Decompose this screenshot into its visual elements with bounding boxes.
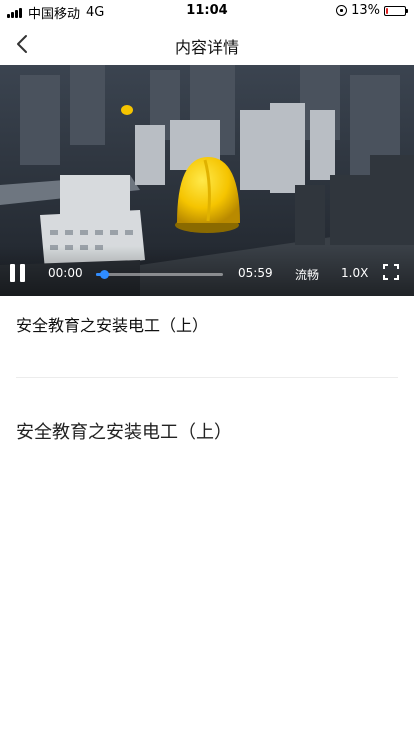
progress-thumb[interactable] <box>99 270 109 279</box>
battery-icon <box>384 5 408 16</box>
progress-slider[interactable] <box>96 270 223 279</box>
status-right: 13% <box>336 3 408 18</box>
nav-bar: 内容详情 <box>0 22 414 66</box>
content-title: 安全教育之安装电工（上） <box>16 316 209 335</box>
pause-icon-bar-left <box>10 264 15 282</box>
total-time: 05:59 <box>238 266 273 280</box>
battery-percent: 13% <box>351 3 380 18</box>
page-title: 内容详情 <box>174 38 239 57</box>
pause-icon-bar-right <box>20 264 25 282</box>
video-controls: 00:00 05:59 流畅 1.0X <box>0 246 414 296</box>
content-body: 安全教育之安装电工（上） <box>16 422 232 443</box>
speed-button[interactable]: 1.0X <box>341 266 368 280</box>
orientation-lock-icon <box>336 5 348 16</box>
status-bar: 中国移动 4G 11:04 13% <box>0 0 414 22</box>
battery-level <box>386 7 388 14</box>
current-time: 00:00 <box>48 266 83 280</box>
divider <box>16 377 398 378</box>
quality-button[interactable]: 流畅 <box>295 266 319 283</box>
pause-button[interactable] <box>10 264 30 284</box>
fullscreen-icon[interactable] <box>383 264 399 280</box>
video-player[interactable]: 00:00 05:59 流畅 1.0X <box>0 65 414 296</box>
